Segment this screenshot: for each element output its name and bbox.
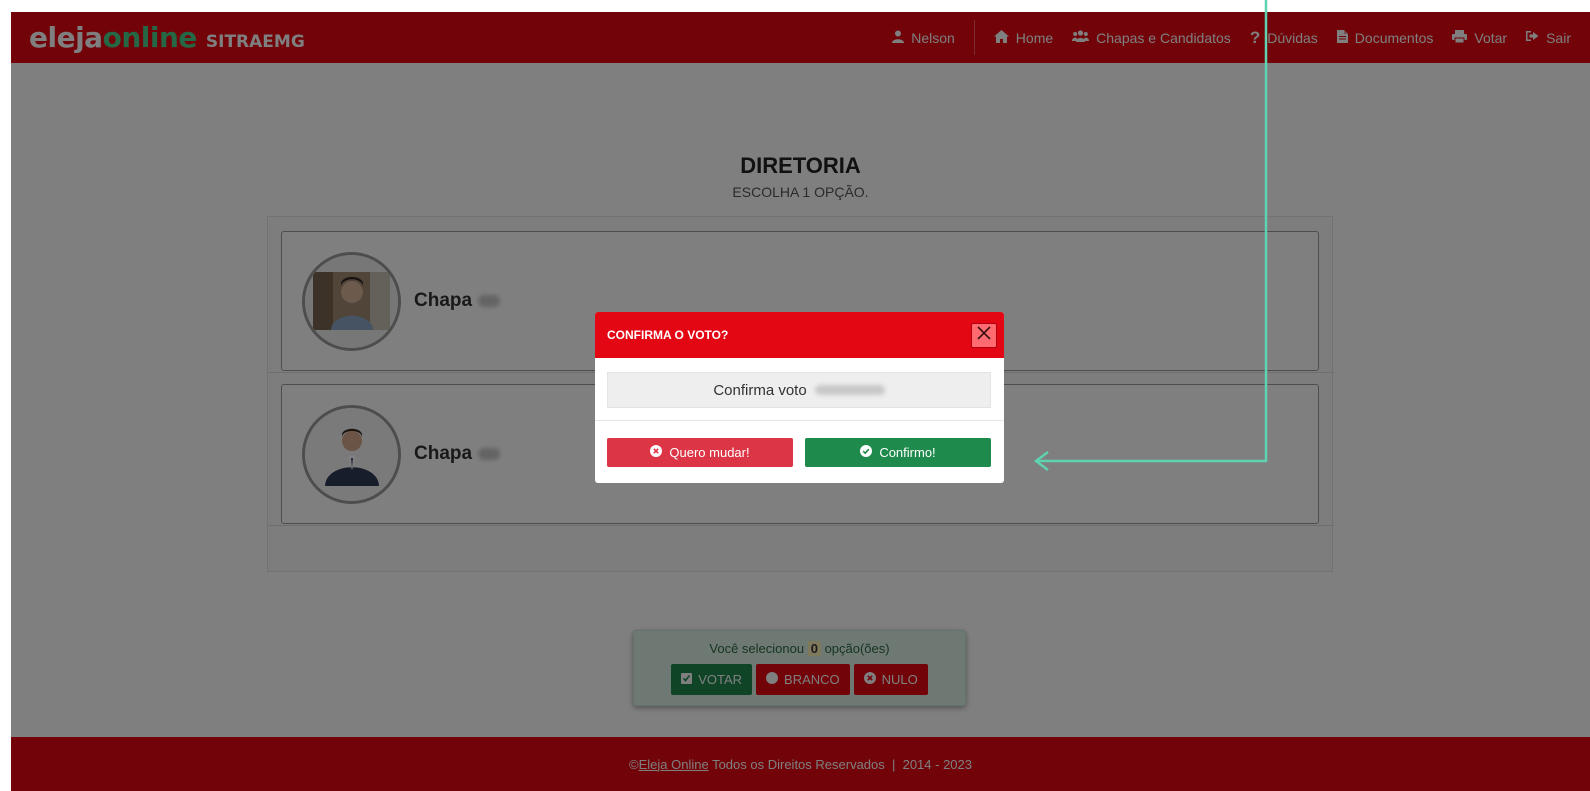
close-icon <box>977 326 991 345</box>
confirmo-button[interactable]: Confirmo! <box>805 438 991 467</box>
blurred-chapa-name <box>814 385 885 395</box>
times-circle-icon <box>650 445 663 460</box>
modal-title: CONFIRMA O VOTO? <box>607 328 729 342</box>
modal-header: CONFIRMA O VOTO? <box>595 312 1004 358</box>
modal-footer: Quero mudar! Confirmo! <box>607 438 991 467</box>
check-circle-icon <box>860 445 873 460</box>
browser-viewport: elejaonline SITRAEMG Nelson Home <box>11 12 1590 791</box>
confirm-vote-text: Confirma voto <box>713 381 807 399</box>
modal-close-button[interactable] <box>971 323 997 348</box>
modal-body: Confirma voto <box>595 358 1004 421</box>
quero-mudar-label: Quero mudar! <box>669 445 750 460</box>
confirmo-label: Confirmo! <box>879 445 936 460</box>
quero-mudar-button[interactable]: Quero mudar! <box>607 438 793 467</box>
confirm-vote-field: Confirma voto <box>607 372 991 408</box>
confirm-vote-modal: CONFIRMA O VOTO? Confirma voto Quero mud… <box>595 312 1004 483</box>
